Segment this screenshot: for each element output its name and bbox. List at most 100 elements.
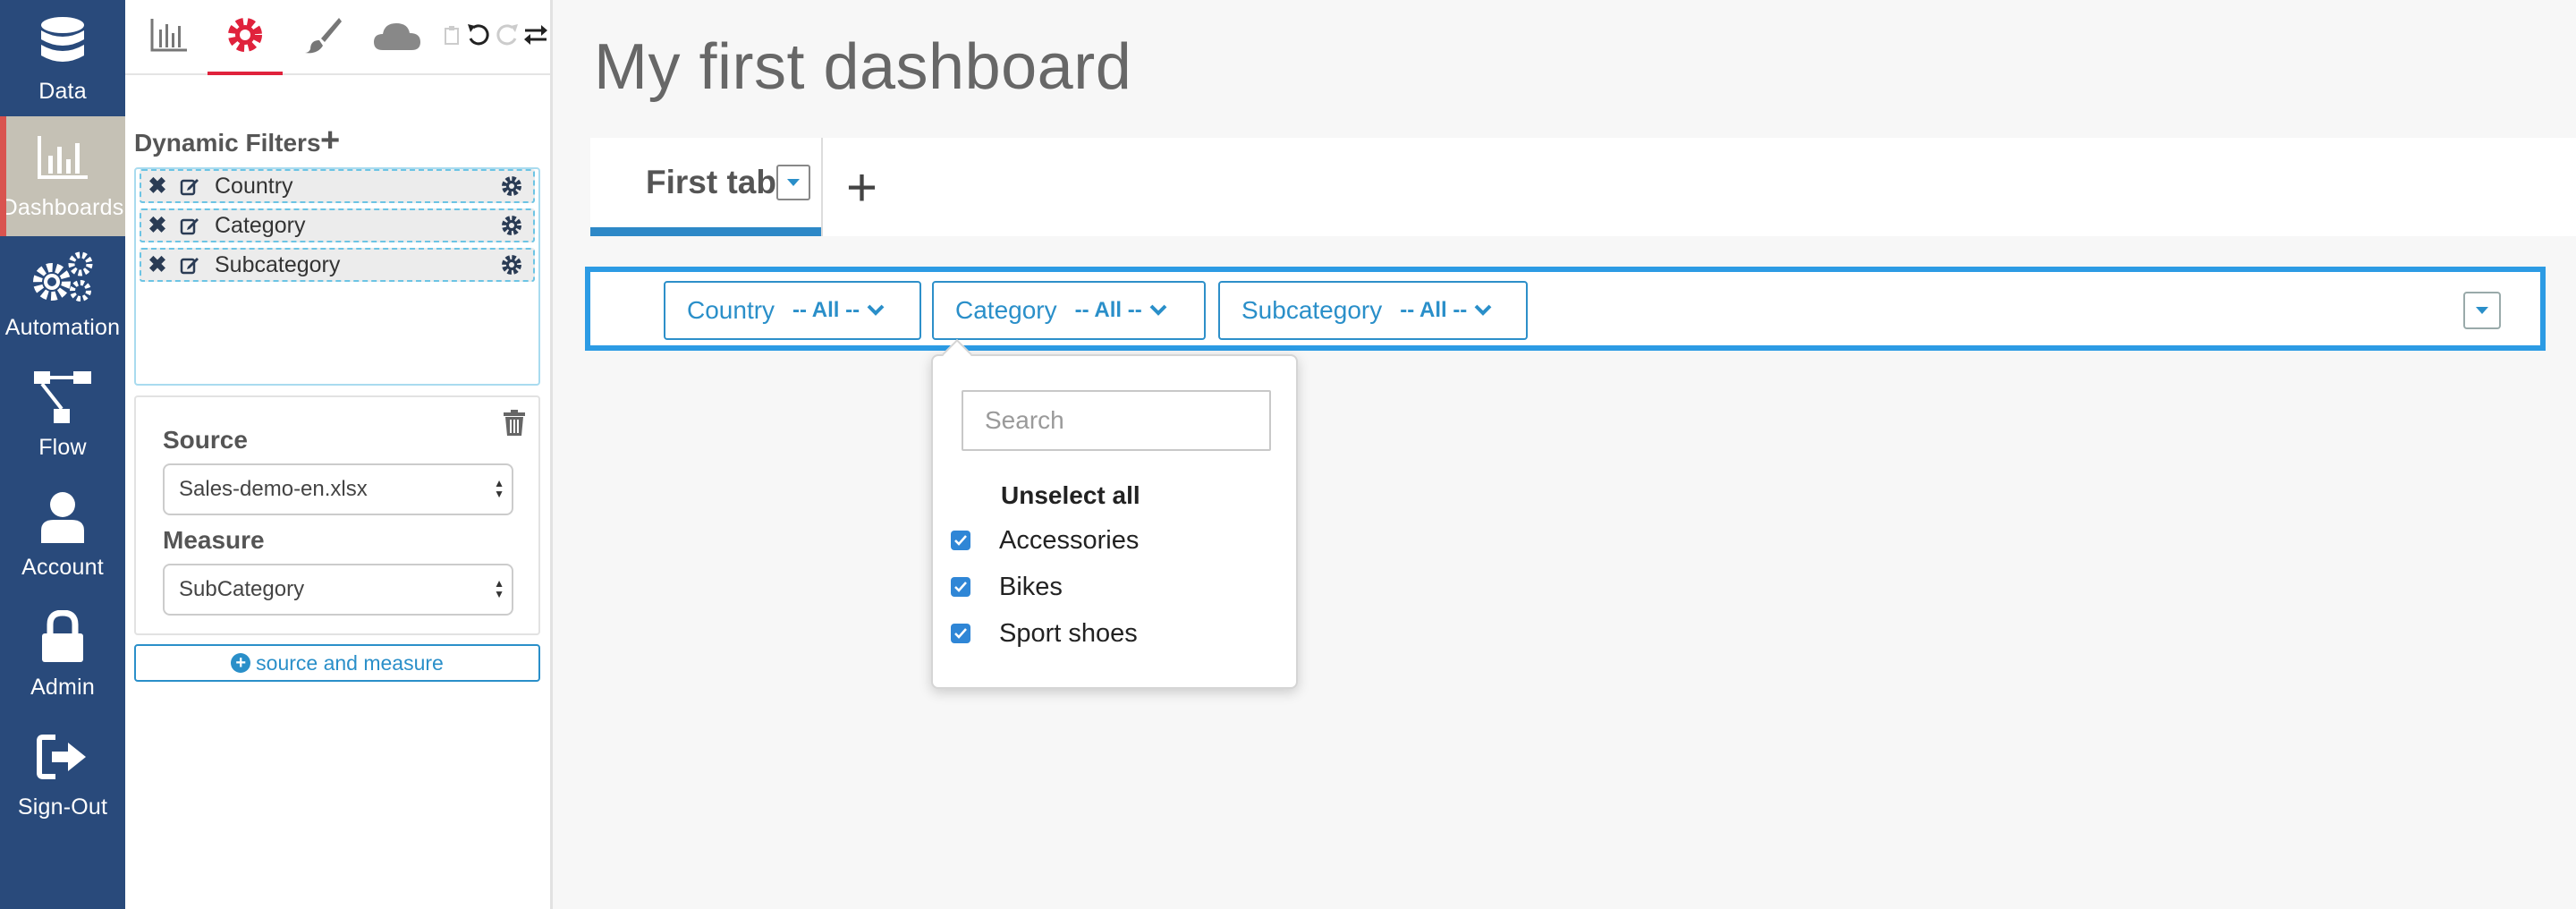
- search-input[interactable]: [962, 390, 1271, 451]
- nav-label: Flow: [38, 435, 87, 460]
- filter-pill-value: -- All --: [1400, 298, 1468, 322]
- measure-value: SubCategory: [179, 577, 305, 601]
- unselect-all-button[interactable]: Unselect all: [1001, 481, 1140, 510]
- nav-item-automation[interactable]: Automation: [0, 236, 125, 356]
- filter-pill-name: Country: [687, 296, 775, 324]
- filter-name: Country: [215, 173, 293, 199]
- gears-icon: [29, 249, 97, 306]
- cloud-icon: [372, 18, 422, 56]
- option-label: Sport shoes: [999, 618, 1138, 648]
- nav-item-data[interactable]: Data: [0, 0, 125, 120]
- tab-menu-button[interactable]: [776, 165, 810, 200]
- chevron-down-icon: [867, 304, 885, 317]
- edit-icon[interactable]: [174, 176, 206, 196]
- filter-pill-value: -- All --: [1074, 298, 1142, 322]
- main-nav: Data Dashboards Automation Flow Account …: [0, 0, 125, 909]
- filter-item-subcategory[interactable]: ✖ Subcategory: [140, 248, 535, 282]
- filter-name: Subcategory: [215, 251, 341, 277]
- add-filter-button[interactable]: +: [320, 123, 340, 157]
- option-label: Accessories: [999, 525, 1140, 555]
- filter-pill-name: Category: [955, 296, 1057, 324]
- nav-item-sign-out[interactable]: Sign-Out: [0, 716, 125, 836]
- redo-button[interactable]: [494, 9, 521, 64]
- tab-style[interactable]: [297, 9, 349, 64]
- filter-pill-country[interactable]: Country -- All --: [664, 281, 921, 340]
- tab-settings[interactable]: [208, 9, 283, 75]
- paste-icon: [444, 25, 460, 49]
- editor-panel: Dynamic Filters + ✖ Country ✖ Category ✖: [125, 0, 553, 909]
- filter-item-country[interactable]: ✖ Country: [140, 169, 535, 203]
- filter-pill-category[interactable]: Category -- All --: [932, 281, 1206, 340]
- checkbox-checked-icon[interactable]: [951, 577, 970, 597]
- dynamic-filters-title: Dynamic Filters: [134, 129, 321, 157]
- caret-down-icon: [2476, 307, 2488, 314]
- sign-out-icon: [36, 728, 89, 786]
- user-icon: [39, 488, 86, 546]
- gear-icon[interactable]: [490, 175, 533, 197]
- undo-icon: [466, 22, 491, 52]
- nav-item-admin[interactable]: Admin: [0, 596, 125, 716]
- nav-item-dashboards[interactable]: Dashboards: [0, 116, 125, 236]
- nav-label: Data: [38, 79, 87, 104]
- option-sport-shoes[interactable]: Sport shoes: [951, 616, 1138, 651]
- chevron-down-icon: [1149, 304, 1167, 317]
- remove-icon[interactable]: ✖: [141, 173, 174, 200]
- tab-label: First tab: [646, 164, 776, 200]
- filter-bar-menu-button[interactable]: [2463, 292, 2501, 329]
- nav-label: Sign-Out: [17, 794, 108, 820]
- select-arrows-icon: ▲ ▼: [494, 577, 504, 600]
- nav-label: Account: [21, 555, 104, 580]
- option-bikes[interactable]: Bikes: [951, 569, 1063, 605]
- add-source-measure-button[interactable]: + source and measure: [134, 644, 540, 682]
- chart-icon: [149, 17, 189, 57]
- filter-pill-name: Subcategory: [1241, 296, 1383, 324]
- checkbox-checked-icon[interactable]: [951, 624, 970, 643]
- source-select[interactable]: Sales-demo-en.xlsx ▲ ▼: [163, 463, 513, 515]
- tab-divider: [821, 138, 823, 236]
- option-label: Bikes: [999, 572, 1063, 601]
- chevron-down-icon: [1474, 304, 1492, 317]
- dynamic-filters-list: ✖ Country ✖ Category ✖ Subcategory: [134, 167, 540, 386]
- edit-icon[interactable]: [174, 216, 206, 235]
- undo-button[interactable]: [465, 9, 492, 64]
- filter-item-category[interactable]: ✖ Category: [140, 208, 535, 242]
- trash-icon[interactable]: [503, 410, 526, 441]
- gear-icon[interactable]: [490, 215, 533, 236]
- editor-toolbar: [125, 0, 550, 75]
- dashboard-filter-bar: Country -- All -- Category -- All -- Sub…: [585, 267, 2546, 351]
- nav-item-account[interactable]: Account: [0, 476, 125, 596]
- dashboard-title[interactable]: My first dashboard: [594, 30, 1131, 104]
- filter-pill-subcategory[interactable]: Subcategory -- All --: [1218, 281, 1528, 340]
- measure-label: Measure: [163, 526, 265, 554]
- source-measure-box: Source Sales-demo-en.xlsx ▲ ▼ Measure Sub…: [134, 395, 540, 635]
- remove-icon[interactable]: ✖: [141, 251, 174, 278]
- measure-select[interactable]: SubCategory ▲ ▼: [163, 564, 513, 616]
- database-icon: [39, 13, 86, 70]
- brush-icon: [303, 15, 343, 59]
- tab-chart[interactable]: [143, 9, 195, 64]
- gear-icon[interactable]: [490, 254, 533, 276]
- bar-chart-icon: [36, 129, 89, 186]
- add-source-label: source and measure: [256, 650, 444, 675]
- tab-first[interactable]: First tab: [590, 138, 821, 236]
- gear-icon: [225, 15, 265, 59]
- swap-button[interactable]: [522, 9, 549, 64]
- nav-label: Dashboards: [1, 195, 124, 220]
- tab-cloud[interactable]: [367, 9, 428, 64]
- option-accessories[interactable]: Accessories: [951, 522, 1139, 558]
- source-value: Sales-demo-en.xlsx: [179, 477, 368, 501]
- redo-icon: [495, 22, 520, 52]
- filter-pill-value: -- All --: [792, 298, 860, 322]
- nav-label: Automation: [4, 315, 121, 340]
- remove-icon[interactable]: ✖: [141, 212, 174, 239]
- swap-icon: [523, 23, 548, 51]
- paste-button[interactable]: [442, 9, 462, 64]
- select-arrows-icon: ▲ ▼: [494, 477, 504, 500]
- nav-item-flow[interactable]: Flow: [0, 356, 125, 476]
- dashboard-tabbar: First tab +: [590, 138, 2576, 236]
- caret-down-icon: [787, 179, 800, 186]
- checkbox-checked-icon[interactable]: [951, 531, 970, 550]
- edit-icon[interactable]: [174, 255, 206, 275]
- add-tab-button[interactable]: +: [846, 161, 877, 215]
- flow-icon: [30, 369, 95, 426]
